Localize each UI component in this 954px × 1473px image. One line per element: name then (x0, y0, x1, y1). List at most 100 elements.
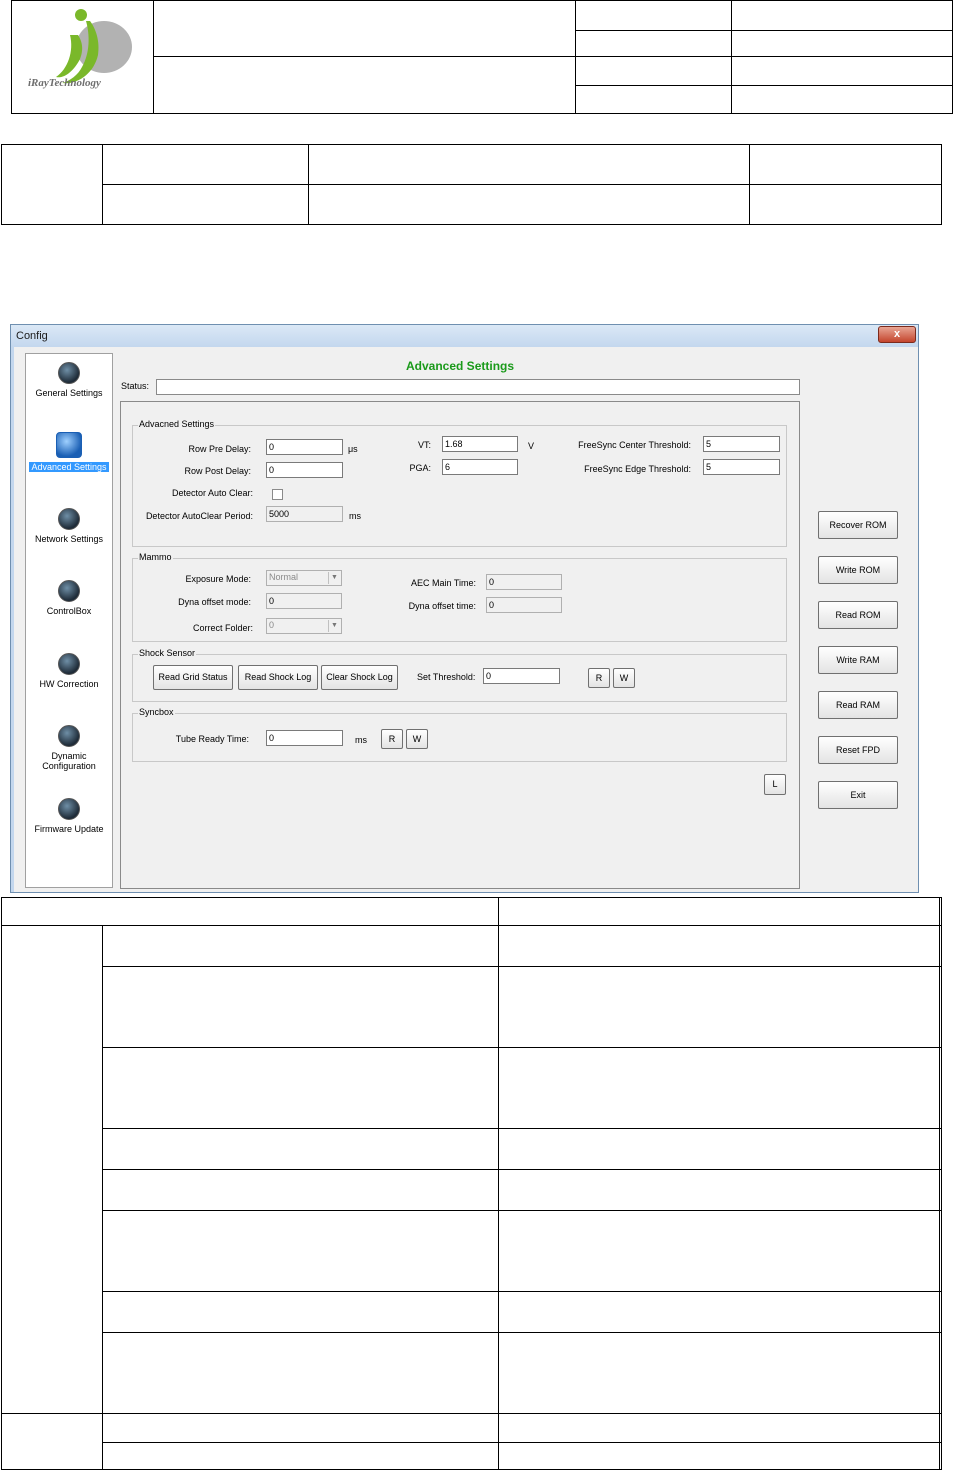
nav-item-general-settings[interactable]: General Settings (26, 362, 112, 398)
header-cell (153, 56, 576, 114)
header-cell (731, 0, 953, 31)
network-settings-icon (58, 508, 80, 530)
table-cell (939, 1413, 942, 1443)
nav-item-label: Configuration (42, 761, 96, 771)
l-button[interactable]: L (764, 774, 786, 795)
read-shock-log-button[interactable]: Read Shock Log (238, 665, 318, 690)
nav-item-hw-correction[interactable]: HW Correction (26, 653, 112, 689)
settings-panel: Advacned Settings Row Pre Delay: 0 μs Ro… (120, 401, 800, 889)
table-cell (1, 1413, 103, 1470)
nav-item-firmware-update[interactable]: Firmware Update (26, 798, 112, 834)
header-cell (153, 0, 576, 57)
table-cell (101, 1047, 500, 1129)
close-button[interactable]: x (878, 326, 916, 343)
freesync-edge-threshold-label: FreeSync Edge Threshold: (584, 464, 691, 474)
table-cell (498, 925, 941, 967)
tube-ready-time-unit: ms (355, 735, 367, 745)
table-cell (101, 1169, 500, 1211)
detector-autoclear-period-unit: ms (349, 511, 361, 521)
controlbox-icon (58, 580, 80, 602)
table-cell (498, 1442, 941, 1470)
nav-item-dynamic-configuration[interactable]: Dynamic Configuration (26, 725, 112, 771)
correct-folder-select[interactable]: 0 ▼ (266, 618, 342, 634)
correct-folder-label: Correct Folder: (192, 623, 253, 633)
nav-item-controlbox[interactable]: ControlBox (26, 580, 112, 616)
logo-cell: iRayTechnology (11, 0, 154, 114)
table-cell (308, 184, 750, 225)
header-cell (731, 85, 953, 114)
settings-nav: General Settings Advanced Settings Netwo… (25, 353, 113, 888)
detector-auto-clear-checkbox[interactable] (272, 489, 283, 500)
read-grid-status-button[interactable]: Read Grid Status (153, 665, 233, 690)
nav-item-label: ControlBox (46, 606, 92, 616)
set-threshold-label: Set Threshold: (417, 672, 476, 682)
header-cell (575, 0, 732, 31)
nav-item-label: HW Correction (39, 679, 99, 689)
chevron-down-icon: ▼ (328, 620, 340, 632)
table-cell (749, 144, 942, 185)
set-threshold-input[interactable]: 0 (483, 668, 560, 684)
write-rom-button[interactable]: Write ROM (818, 556, 898, 584)
exposure-mode-select[interactable]: Normal ▼ (266, 570, 342, 586)
group-title: Shock Sensor (138, 648, 197, 658)
pga-input[interactable]: 6 (442, 459, 518, 475)
iray-logo-icon (56, 9, 132, 84)
table-cell (939, 1128, 942, 1170)
table-cell (939, 1291, 942, 1333)
table-cell (498, 1413, 941, 1443)
advanced-settings-icon (56, 432, 82, 458)
detector-autoclear-period-input[interactable]: 5000 (266, 506, 343, 522)
dyna-offset-time-input[interactable]: 0 (486, 597, 562, 613)
general-settings-icon (58, 362, 80, 384)
tube-ready-time-input[interactable]: 0 (266, 730, 343, 746)
syncbox-write-button[interactable]: W (406, 729, 428, 749)
nav-item-label: Advanced Settings (29, 462, 109, 472)
table-cell (498, 1047, 941, 1129)
read-ram-button[interactable]: Read RAM (818, 691, 898, 719)
table-cell (939, 1210, 942, 1292)
table-cell (498, 1210, 941, 1292)
description-table (0, 897, 942, 1470)
write-ram-button[interactable]: Write RAM (818, 646, 898, 674)
table-cell (498, 966, 941, 1048)
recover-rom-button[interactable]: Recover ROM (818, 511, 898, 539)
clear-shock-log-button[interactable]: Clear Shock Log (321, 665, 398, 690)
table-cell (0, 897, 500, 926)
shock-read-button[interactable]: R (588, 668, 610, 688)
dyna-offset-time-label: Dyna offset time: (408, 601, 476, 611)
pga-label: PGA: (409, 463, 431, 473)
table-cell (101, 1128, 500, 1170)
nav-item-advanced-settings[interactable]: Advanced Settings (26, 432, 112, 472)
dynamic-configuration-icon (58, 725, 80, 747)
aec-main-time-input[interactable]: 0 (486, 574, 562, 590)
group-title: Advacned Settings (138, 419, 216, 429)
reset-fpd-button[interactable]: Reset FPD (818, 736, 898, 764)
read-rom-button[interactable]: Read ROM (818, 601, 898, 629)
table-cell (101, 1413, 500, 1443)
header-cell (731, 56, 953, 86)
freesync-edge-threshold-input[interactable]: 5 (703, 459, 780, 475)
row-pre-delay-label: Row Pre Delay: (188, 444, 251, 454)
exposure-mode-label: Exposure Mode: (185, 574, 251, 584)
row-post-delay-input[interactable]: 0 (266, 462, 343, 478)
exit-button[interactable]: Exit (818, 781, 898, 809)
dyna-offset-mode-input[interactable]: 0 (266, 593, 342, 609)
group-title: Syncbox (138, 707, 175, 717)
nav-item-network-settings[interactable]: Network Settings (26, 508, 112, 544)
row-pre-delay-input[interactable]: 0 (266, 439, 343, 455)
table-cell (498, 1291, 941, 1333)
vt-input[interactable]: 1.68 (442, 436, 518, 452)
page-title: Advanced Settings (406, 359, 515, 373)
shock-write-button[interactable]: W (613, 668, 635, 688)
document-header-table: iRayTechnology (11, 0, 953, 114)
table-cell (939, 925, 942, 967)
syncbox-read-button[interactable]: R (381, 729, 403, 749)
correct-folder-value: 0 (269, 620, 275, 630)
logo-brand-text: iRayTechnology (28, 77, 101, 89)
table-cell (102, 144, 309, 185)
vt-label: VT: (417, 440, 431, 450)
row-post-delay-label: Row Post Delay: (184, 466, 251, 476)
vt-unit: V (528, 441, 535, 451)
freesync-center-threshold-input[interactable]: 5 (703, 436, 780, 452)
nav-item-label: General Settings (35, 388, 103, 398)
